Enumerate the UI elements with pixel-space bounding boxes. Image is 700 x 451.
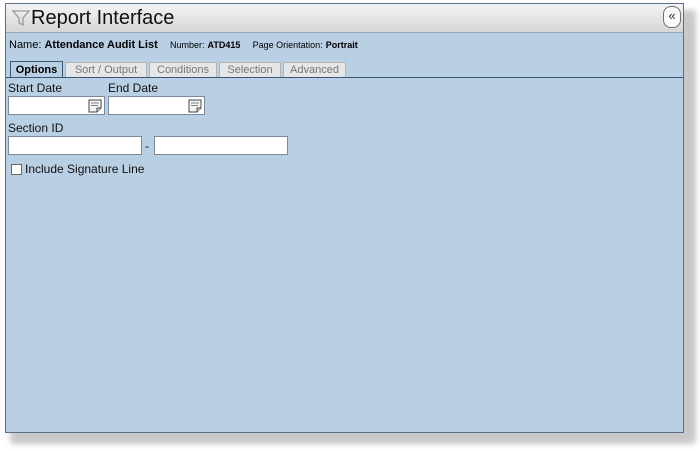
section-id-from-field[interactable]: [8, 136, 142, 155]
section-id-to-field[interactable]: [154, 136, 288, 155]
tab-options[interactable]: Options: [10, 61, 63, 78]
tab-selection[interactable]: Selection: [219, 62, 281, 77]
report-orientation: Portrait: [325, 40, 358, 50]
signature-line-checkbox[interactable]: [11, 164, 22, 175]
funnel-icon: [12, 10, 30, 27]
tab-underline: [6, 77, 683, 78]
report-number: ATD415: [207, 40, 241, 50]
signature-line-label[interactable]: Include Signature Line: [25, 162, 144, 176]
section-id-label: Section ID: [8, 121, 64, 135]
name-label: Name:: [9, 39, 42, 51]
number-label: Number:: [169, 40, 205, 50]
orientation-label: Page Orientation:: [252, 40, 323, 50]
end-date-label: End Date: [108, 81, 159, 95]
calendar-icon[interactable]: [88, 99, 102, 113]
start-date-field[interactable]: [8, 96, 105, 115]
start-date-label: Start Date: [8, 81, 63, 95]
collapse-button[interactable]: «: [663, 6, 681, 28]
end-date-field[interactable]: [108, 96, 205, 115]
report-interface-window: Report Interface « Name: Attendance Audi…: [5, 3, 684, 433]
calendar-icon[interactable]: [188, 99, 202, 113]
window-title: Report Interface: [31, 7, 175, 29]
title-bar: Report Interface «: [6, 4, 683, 33]
tab-sort-output[interactable]: Sort / Output: [65, 62, 147, 77]
tab-conditions[interactable]: Conditions: [149, 62, 217, 77]
report-name: Attendance Audit List: [44, 39, 158, 51]
tab-advanced[interactable]: Advanced: [283, 62, 346, 77]
report-info: Name: Attendance Audit List Number: ATD4…: [9, 39, 358, 51]
section-id-separator: -: [145, 139, 149, 153]
